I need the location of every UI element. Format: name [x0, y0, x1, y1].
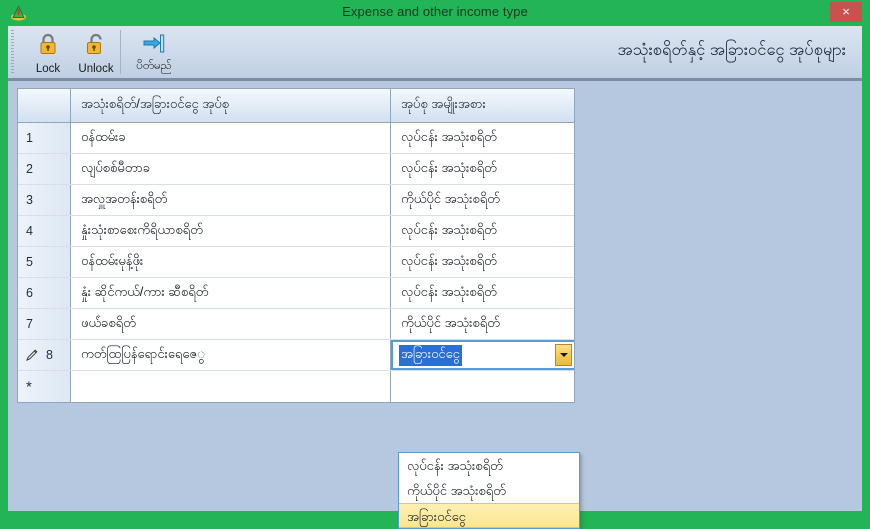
exit-door-icon — [141, 31, 167, 57]
new-row-indicator[interactable]: * — [18, 371, 71, 402]
row-number: 6 — [26, 286, 33, 300]
table-row[interactable]: 6 နှုံး ဆိုင်ကယ်/ကား ဆီစရိတ် လုပ်ငန်း အသ… — [18, 278, 574, 309]
row-indicator[interactable]: 3 — [18, 185, 71, 215]
exit-button-label: ပိတ်မည် — [136, 60, 172, 72]
row-indicator[interactable]: 2 — [18, 154, 71, 184]
row-number: 4 — [26, 224, 33, 238]
cell-name[interactable]: နှုံး ဆိုင်ကယ်/ကား ဆီစရိတ် — [71, 278, 391, 308]
cell-name[interactable]: နှုံးသုံးစာစေးကိရိယာစရိတ် — [71, 216, 391, 246]
row-indicator[interactable]: 7 — [18, 309, 71, 339]
lock-closed-icon — [35, 31, 61, 57]
asterisk-icon: * — [26, 378, 32, 395]
cell-type[interactable] — [391, 371, 574, 402]
pencil-icon — [25, 348, 39, 362]
table-row-new[interactable]: * — [18, 371, 574, 402]
exit-button[interactable]: ပိတ်မည် — [126, 28, 182, 76]
ribbon-heading: အသုံးစရိတ်နှင့် အခြားဝင်ငွေ အုပ်စုများ — [617, 41, 846, 59]
row-indicator[interactable]: 1 — [18, 123, 71, 153]
table-row[interactable]: 7 ဖယ်ံခစရိတ် ကိုယ်ပိုင် အသုံးစရိတ် — [18, 309, 574, 340]
cell-name[interactable]: ကတ်ထြပြန်ရောင်းရေဇေွ — [71, 340, 391, 370]
cell-type[interactable]: လုပ်ငန်း အသုံးစရိတ် — [391, 123, 574, 153]
cell-type[interactable]: ကိုယ်ပိုင် အသုံးစရိတ် — [391, 185, 574, 215]
row-number: 1 — [26, 131, 33, 145]
cell-type-combobox[interactable]: အခြားဝင်ငွေ — [391, 340, 574, 370]
cell-name[interactable] — [71, 371, 391, 402]
grid-header-type: အုပ်စု အမျိုးအစား — [401, 96, 486, 111]
row-indicator[interactable]: 4 — [18, 216, 71, 246]
grid-header-selector — [18, 89, 71, 122]
title-bar: Expense and other income type × — [0, 0, 870, 26]
cell-type[interactable]: ကိုယ်ပိုင် အသုံးစရိတ် — [391, 309, 574, 339]
table-row[interactable]: 4 နှုံးသုံးစာစေးကိရိယာစရိတ် လုပ်ငန်း အသု… — [18, 216, 574, 247]
lock-open-icon — [83, 31, 109, 57]
cell-type[interactable]: လုပ်ငန်း အသုံးစရိတ် — [391, 154, 574, 184]
row-number: 8 — [46, 348, 53, 362]
cell-type[interactable]: လုပ်ငန်း အသုံးစရိတ် — [391, 216, 574, 246]
cell-name[interactable]: ဖယ်ံခစရိတ် — [71, 309, 391, 339]
table-row-editing[interactable]: 8 ကတ်ထြပြန်ရောင်းရေဇေွ အခြားဝင်ငွေ — [18, 340, 574, 371]
chevron-down-icon[interactable] — [555, 344, 572, 366]
client-area: အသုံးစရိတ်/အခြားဝင်ငွေ အုပ်စု အုပ်စု အမျ… — [8, 81, 862, 529]
cell-type[interactable]: လုပ်ငန်း အသုံးစရိတ် — [391, 278, 574, 308]
toolbar-separator — [120, 30, 121, 74]
combobox-value: အခြားဝင်ငွေ — [399, 344, 462, 366]
row-number: 3 — [26, 193, 33, 207]
row-number: 2 — [26, 162, 33, 176]
window-title: Expense and other income type — [342, 4, 528, 19]
dropdown-list[interactable]: လုပ်ငန်း အသုံးစရိတ် ကိုယ်ပိုင် အသုံးစရိတ… — [398, 452, 580, 529]
row-indicator[interactable]: 6 — [18, 278, 71, 308]
data-grid: အသုံးစရိတ်/အခြားဝင်ငွေ အုပ်စု အုပ်စု အမျ… — [17, 88, 575, 403]
row-number: 5 — [26, 255, 33, 269]
grid-header-name: အသုံးစရိတ်/အခြားဝင်ငွေ အုပ်စု — [71, 89, 391, 122]
unlock-button[interactable]: Unlock — [68, 28, 124, 76]
dropdown-option[interactable]: လုပ်ငန်း အသုံးစရိတ် — [399, 453, 579, 478]
row-indicator-editing[interactable]: 8 — [18, 340, 71, 370]
table-row[interactable]: 5 ဝန်ထမ်းမုန့်ဖိုး လုပ်ငန်း အသုံးစရိတ် — [18, 247, 574, 278]
toolbar: Lock Unlock ပိတ်မည် အသုံးစရိတ်နှင့် အခြာ… — [8, 26, 862, 81]
unlock-button-label: Unlock — [78, 63, 114, 75]
dropdown-option-selected[interactable]: အခြားဝင်ငွေ — [399, 503, 579, 528]
table-row[interactable]: 3 အလှူအတန်းစရိတ် ကိုယ်ပိုင် အသုံးစရိတ် — [18, 185, 574, 216]
cell-name[interactable]: ဝန်ထမ်းမုန့်ဖိုး — [71, 247, 391, 277]
close-button[interactable]: × — [830, 2, 862, 22]
grid-header-row: အသုံးစရိတ်/အခြားဝင်ငွေ အုပ်စု အုပ်စု အမျ… — [18, 89, 574, 123]
application-window: Expense and other income type × Lock Unl… — [0, 0, 870, 529]
combobox[interactable]: အခြားဝင်ငွေ — [393, 342, 574, 368]
dropdown-option[interactable]: ကိုယ်ပိုင် အသုံးစရိတ် — [399, 478, 579, 503]
toolbar-grip[interactable] — [11, 30, 14, 74]
row-indicator[interactable]: 5 — [18, 247, 71, 277]
cell-name[interactable]: လျပ်စစ်မီတာခ — [71, 154, 391, 184]
row-number: 7 — [26, 317, 33, 331]
cell-name[interactable]: အလှူအတန်းစရိတ် — [71, 185, 391, 215]
table-row[interactable]: 2 လျပ်စစ်မီတာခ လုပ်ငန်း အသုံးစရိတ် — [18, 154, 574, 185]
cell-name[interactable]: ဝန်ထမ်းခ — [71, 123, 391, 153]
cell-type[interactable]: လုပ်ငန်း အသုံးစရိတ် — [391, 247, 574, 277]
table-row[interactable]: 1 ဝန်ထမ်းခ လုပ်ငန်း အသုံးစရိတ် — [18, 123, 574, 154]
